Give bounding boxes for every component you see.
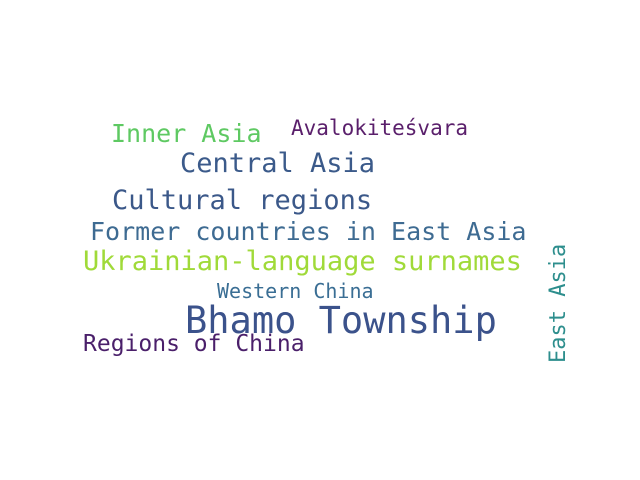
word-cultural-regions: Cultural regions [112,185,373,216]
word-central-asia: Central Asia [180,148,376,179]
word-east-asia: East Asia [546,243,571,363]
word-former-countries-in-east-asia: Former countries in East Asia [90,217,527,246]
word-regions-of-china: Regions of China [83,331,305,357]
word-cloud: Bhamo Township Ukrainian-language surnam… [0,0,640,480]
word-western-china: Western China [217,279,374,303]
word-ukrainian-language-surnames: Ukrainian-language surnames [83,246,522,277]
word-avalokitesvara: Avalokiteśvara [291,116,469,140]
word-inner-asia: Inner Asia [111,119,262,148]
